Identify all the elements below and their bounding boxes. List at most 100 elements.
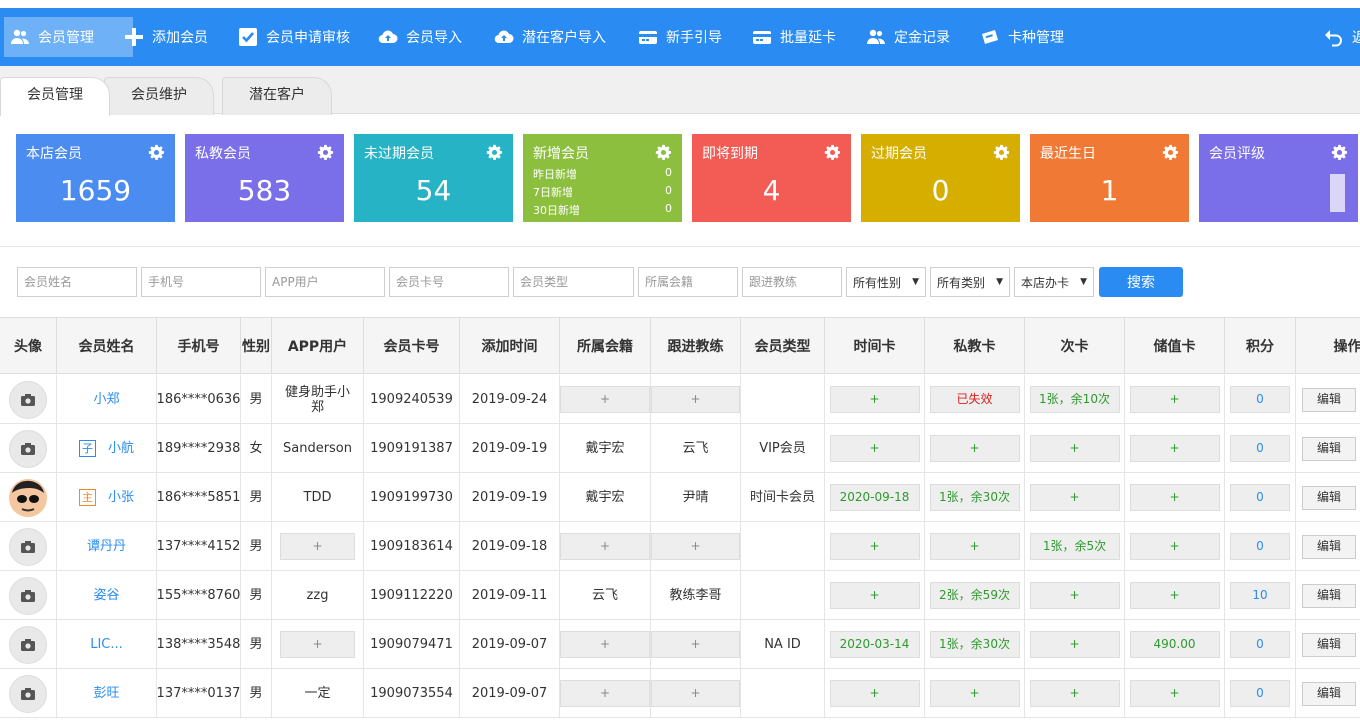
gear-icon[interactable]	[1331, 144, 1348, 161]
add-pill[interactable]: +	[1029, 484, 1120, 511]
stat-card[interactable]: 未过期会员 54	[354, 134, 513, 222]
member-name-link[interactable]: 谭丹丹	[87, 539, 126, 554]
add-pill[interactable]: +	[829, 680, 920, 707]
edit-button[interactable]: 编辑	[1302, 632, 1356, 657]
add-pill[interactable]: +	[560, 386, 650, 413]
add-pill[interactable]: +	[1029, 680, 1120, 707]
toolbar-application-review[interactable]: 会员申请审核	[232, 17, 356, 57]
search-button[interactable]: 搜索	[1099, 267, 1183, 297]
gear-icon[interactable]	[1162, 144, 1179, 161]
points-pill[interactable]: 0	[1230, 533, 1290, 560]
app-user-input[interactable]	[265, 267, 385, 297]
member-name-link[interactable]: 小张	[108, 490, 134, 505]
card-pill[interactable]: 2020-09-18	[829, 484, 920, 511]
add-pill[interactable]: +	[929, 435, 1020, 462]
points-pill[interactable]: 0	[1230, 435, 1290, 462]
edit-button[interactable]: 编辑	[1302, 436, 1356, 461]
edit-button[interactable]: 编辑	[1302, 583, 1356, 608]
points-pill[interactable]: 0	[1230, 484, 1290, 511]
points-pill[interactable]: 0	[1230, 631, 1290, 658]
stat-card[interactable]: 过期会员 0	[861, 134, 1020, 222]
add-pill[interactable]: +	[560, 533, 650, 560]
member-name-link[interactable]: 小郑	[93, 392, 119, 407]
toolbar-card-type-management[interactable]: 卡种管理	[974, 17, 1070, 57]
member-type-input[interactable]	[513, 267, 634, 297]
gear-icon[interactable]	[148, 144, 165, 161]
avatar[interactable]	[9, 380, 47, 419]
avatar[interactable]	[9, 429, 47, 468]
add-pill[interactable]: +	[929, 680, 1020, 707]
member-name-input[interactable]	[17, 267, 137, 297]
avatar[interactable]	[9, 674, 47, 713]
tab-prospects[interactable]: 潜在客户	[222, 77, 332, 115]
category-select[interactable]: 所有类别 ▼	[930, 267, 1010, 297]
card-pill[interactable]: 1张，余10次	[1029, 386, 1120, 413]
toolbar-deposit-records[interactable]: 定金记录	[860, 17, 956, 57]
toolbar-member-import[interactable]: 会员导入	[372, 17, 468, 57]
add-pill[interactable]: +	[560, 631, 650, 658]
gear-icon[interactable]	[655, 144, 672, 161]
points-pill[interactable]: 10	[1230, 582, 1290, 609]
card-pill[interactable]: 2020-03-14	[829, 631, 920, 658]
gear-icon[interactable]	[993, 144, 1010, 161]
tab-member-maintenance[interactable]: 会员维护	[104, 77, 214, 115]
card-number-input[interactable]	[389, 267, 509, 297]
avatar[interactable]	[9, 625, 47, 664]
gear-icon[interactable]	[317, 144, 334, 161]
add-pill[interactable]: +	[829, 386, 920, 413]
edit-button[interactable]: 编辑	[1302, 387, 1356, 412]
toolbar-back[interactable]: 返	[1318, 17, 1360, 57]
add-pill[interactable]: +	[829, 582, 920, 609]
add-pill[interactable]: +	[829, 533, 920, 560]
add-pill[interactable]: +	[280, 533, 355, 560]
card-pill[interactable]: 已失效	[929, 386, 1020, 413]
coach-input[interactable]	[742, 267, 842, 297]
member-name-link[interactable]: 姿谷	[93, 588, 119, 603]
stat-card[interactable]: 即将到期 4	[692, 134, 851, 222]
gender-select[interactable]: 所有性别 ▼	[846, 267, 926, 297]
member-name-link[interactable]: 彭旺	[93, 686, 119, 701]
add-pill[interactable]: +	[1129, 680, 1220, 707]
edit-button[interactable]: 编辑	[1302, 485, 1356, 510]
add-pill[interactable]: +	[1129, 533, 1220, 560]
phone-input[interactable]	[141, 267, 261, 297]
stat-card[interactable]: 本店会员 1659	[16, 134, 175, 222]
avatar[interactable]	[9, 527, 47, 566]
stat-card[interactable]: 新增会员 昨日新增 0 7日新增 0 30日新增 0	[523, 134, 682, 222]
add-pill[interactable]: +	[1129, 582, 1220, 609]
add-pill[interactable]: +	[1029, 435, 1120, 462]
add-pill[interactable]: +	[829, 435, 920, 462]
card-pill[interactable]: 1张，余5次	[1029, 533, 1120, 560]
toolbar-prospect-import[interactable]: 潜在客户导入	[488, 17, 612, 57]
add-pill[interactable]: +	[929, 533, 1020, 560]
add-pill[interactable]: +	[1029, 631, 1120, 658]
add-pill[interactable]: +	[1129, 386, 1220, 413]
toolbar-batch-extend[interactable]: 批量延卡	[746, 17, 842, 57]
member-name-link[interactable]: 小航	[108, 441, 134, 456]
edit-button[interactable]: 编辑	[1302, 534, 1356, 559]
club-input[interactable]	[638, 267, 738, 297]
points-pill[interactable]: 0	[1230, 680, 1290, 707]
add-pill[interactable]: +	[280, 631, 355, 658]
edit-button[interactable]: 编辑	[1302, 681, 1356, 706]
stat-card[interactable]: 会员评级	[1199, 134, 1358, 222]
card-pill[interactable]: 490.00	[1129, 631, 1220, 658]
member-name-link[interactable]: LIC...	[90, 637, 123, 652]
card-pill[interactable]: 1张，余30次	[929, 484, 1020, 511]
points-pill[interactable]: 0	[1230, 386, 1290, 413]
stat-card[interactable]: 私教会员 583	[185, 134, 344, 222]
card-pill[interactable]: 1张，余30次	[929, 631, 1020, 658]
stat-card[interactable]: 最近生日 1	[1030, 134, 1189, 222]
toolbar-member-management[interactable]: 会员管理	[4, 17, 133, 57]
add-pill[interactable]: +	[1129, 435, 1220, 462]
add-pill[interactable]: +	[651, 386, 740, 413]
tab-member-management[interactable]: 会员管理	[0, 77, 110, 116]
store-select[interactable]: 本店办卡 ▼	[1014, 267, 1094, 297]
avatar[interactable]	[9, 478, 47, 517]
add-pill[interactable]: +	[560, 680, 650, 707]
add-pill[interactable]: +	[651, 680, 740, 707]
add-pill[interactable]: +	[651, 631, 740, 658]
add-pill[interactable]: +	[651, 533, 740, 560]
gear-icon[interactable]	[486, 144, 503, 161]
avatar[interactable]	[9, 576, 47, 615]
